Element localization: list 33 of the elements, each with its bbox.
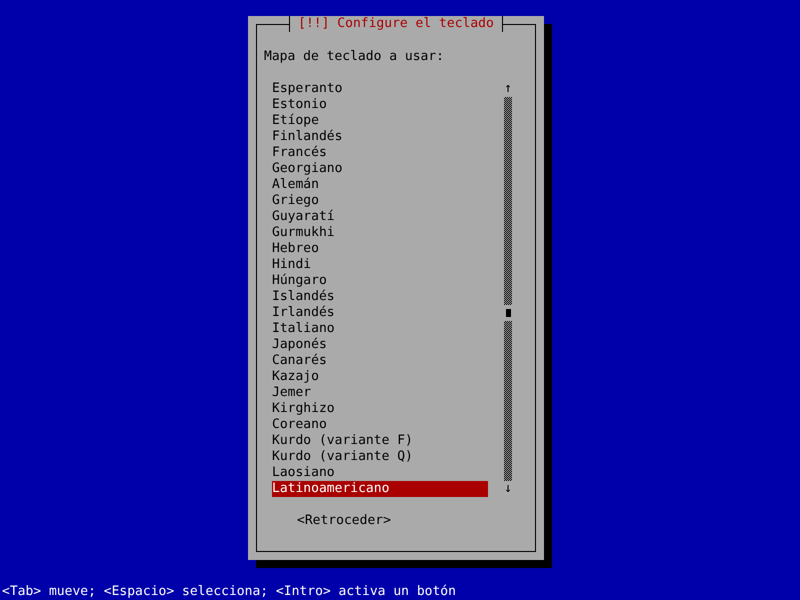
keyboard-layout-item[interactable]: Japonés bbox=[272, 337, 488, 353]
status-text: <Tab> mueve; <Espacio> selecciona; <Intro> activa un botón bbox=[1, 584, 457, 600]
keyboard-layout-item[interactable]: Finlandés bbox=[272, 129, 488, 145]
keyboard-layout-item[interactable]: Griego bbox=[272, 193, 488, 209]
keyboard-layout-item[interactable]: Canarés bbox=[272, 353, 488, 369]
keyboard-layout-item[interactable]: Coreano bbox=[272, 417, 488, 433]
keyboard-layout-item[interactable]: Esperanto bbox=[272, 81, 488, 97]
keyboard-layout-item[interactable]: Hebreo bbox=[272, 241, 488, 257]
back-button[interactable]: <Retroceder> bbox=[297, 513, 391, 529]
keyboard-layout-item[interactable]: Kurdo (variante Q) bbox=[272, 449, 488, 465]
dialog-title: [!!] Configure el teclado bbox=[289, 16, 503, 32]
keyboard-layout-item[interactable]: Kazajo bbox=[272, 369, 488, 385]
keyboard-layout-item[interactable]: Francés bbox=[272, 145, 488, 161]
keyboard-layout-item[interactable]: Alemán bbox=[272, 177, 488, 193]
scroll-down-arrow[interactable]: ↓ bbox=[504, 481, 512, 497]
prompt-label: Mapa de teclado a usar: bbox=[263, 49, 446, 65]
keyboard-layout-item[interactable]: Kurdo (variante F) bbox=[272, 433, 488, 449]
keyboard-layout-item[interactable]: Italiano bbox=[272, 321, 488, 337]
keyboard-layout-item[interactable]: Gurmukhi bbox=[272, 225, 488, 241]
keyboard-layout-item[interactable]: Hindi bbox=[272, 257, 488, 273]
keyboard-layout-item[interactable]: Húngaro bbox=[272, 273, 488, 289]
keyboard-layout-item[interactable]: Georgiano bbox=[272, 161, 488, 177]
keyboard-layout-item[interactable]: Islandés bbox=[272, 289, 488, 305]
scrollbar-track[interactable] bbox=[504, 97, 512, 481]
keyboard-layout-item[interactable]: Guyaratí bbox=[272, 209, 488, 225]
keyboard-layout-item[interactable]: Laosiano bbox=[272, 465, 488, 481]
keyboard-layout-item[interactable]: Irlandés bbox=[272, 305, 488, 321]
keyboard-layout-item[interactable]: Jemer bbox=[272, 385, 488, 401]
keyboard-layout-item[interactable]: Latinoamericano bbox=[272, 481, 488, 497]
keyboard-layout-item[interactable]: Estonio bbox=[272, 97, 488, 113]
scroll-up-arrow[interactable]: ↑ bbox=[504, 81, 512, 97]
keyboard-layout-item[interactable]: Kirghizo bbox=[272, 401, 488, 417]
keyboard-layout-item[interactable]: Etíope bbox=[272, 113, 488, 129]
